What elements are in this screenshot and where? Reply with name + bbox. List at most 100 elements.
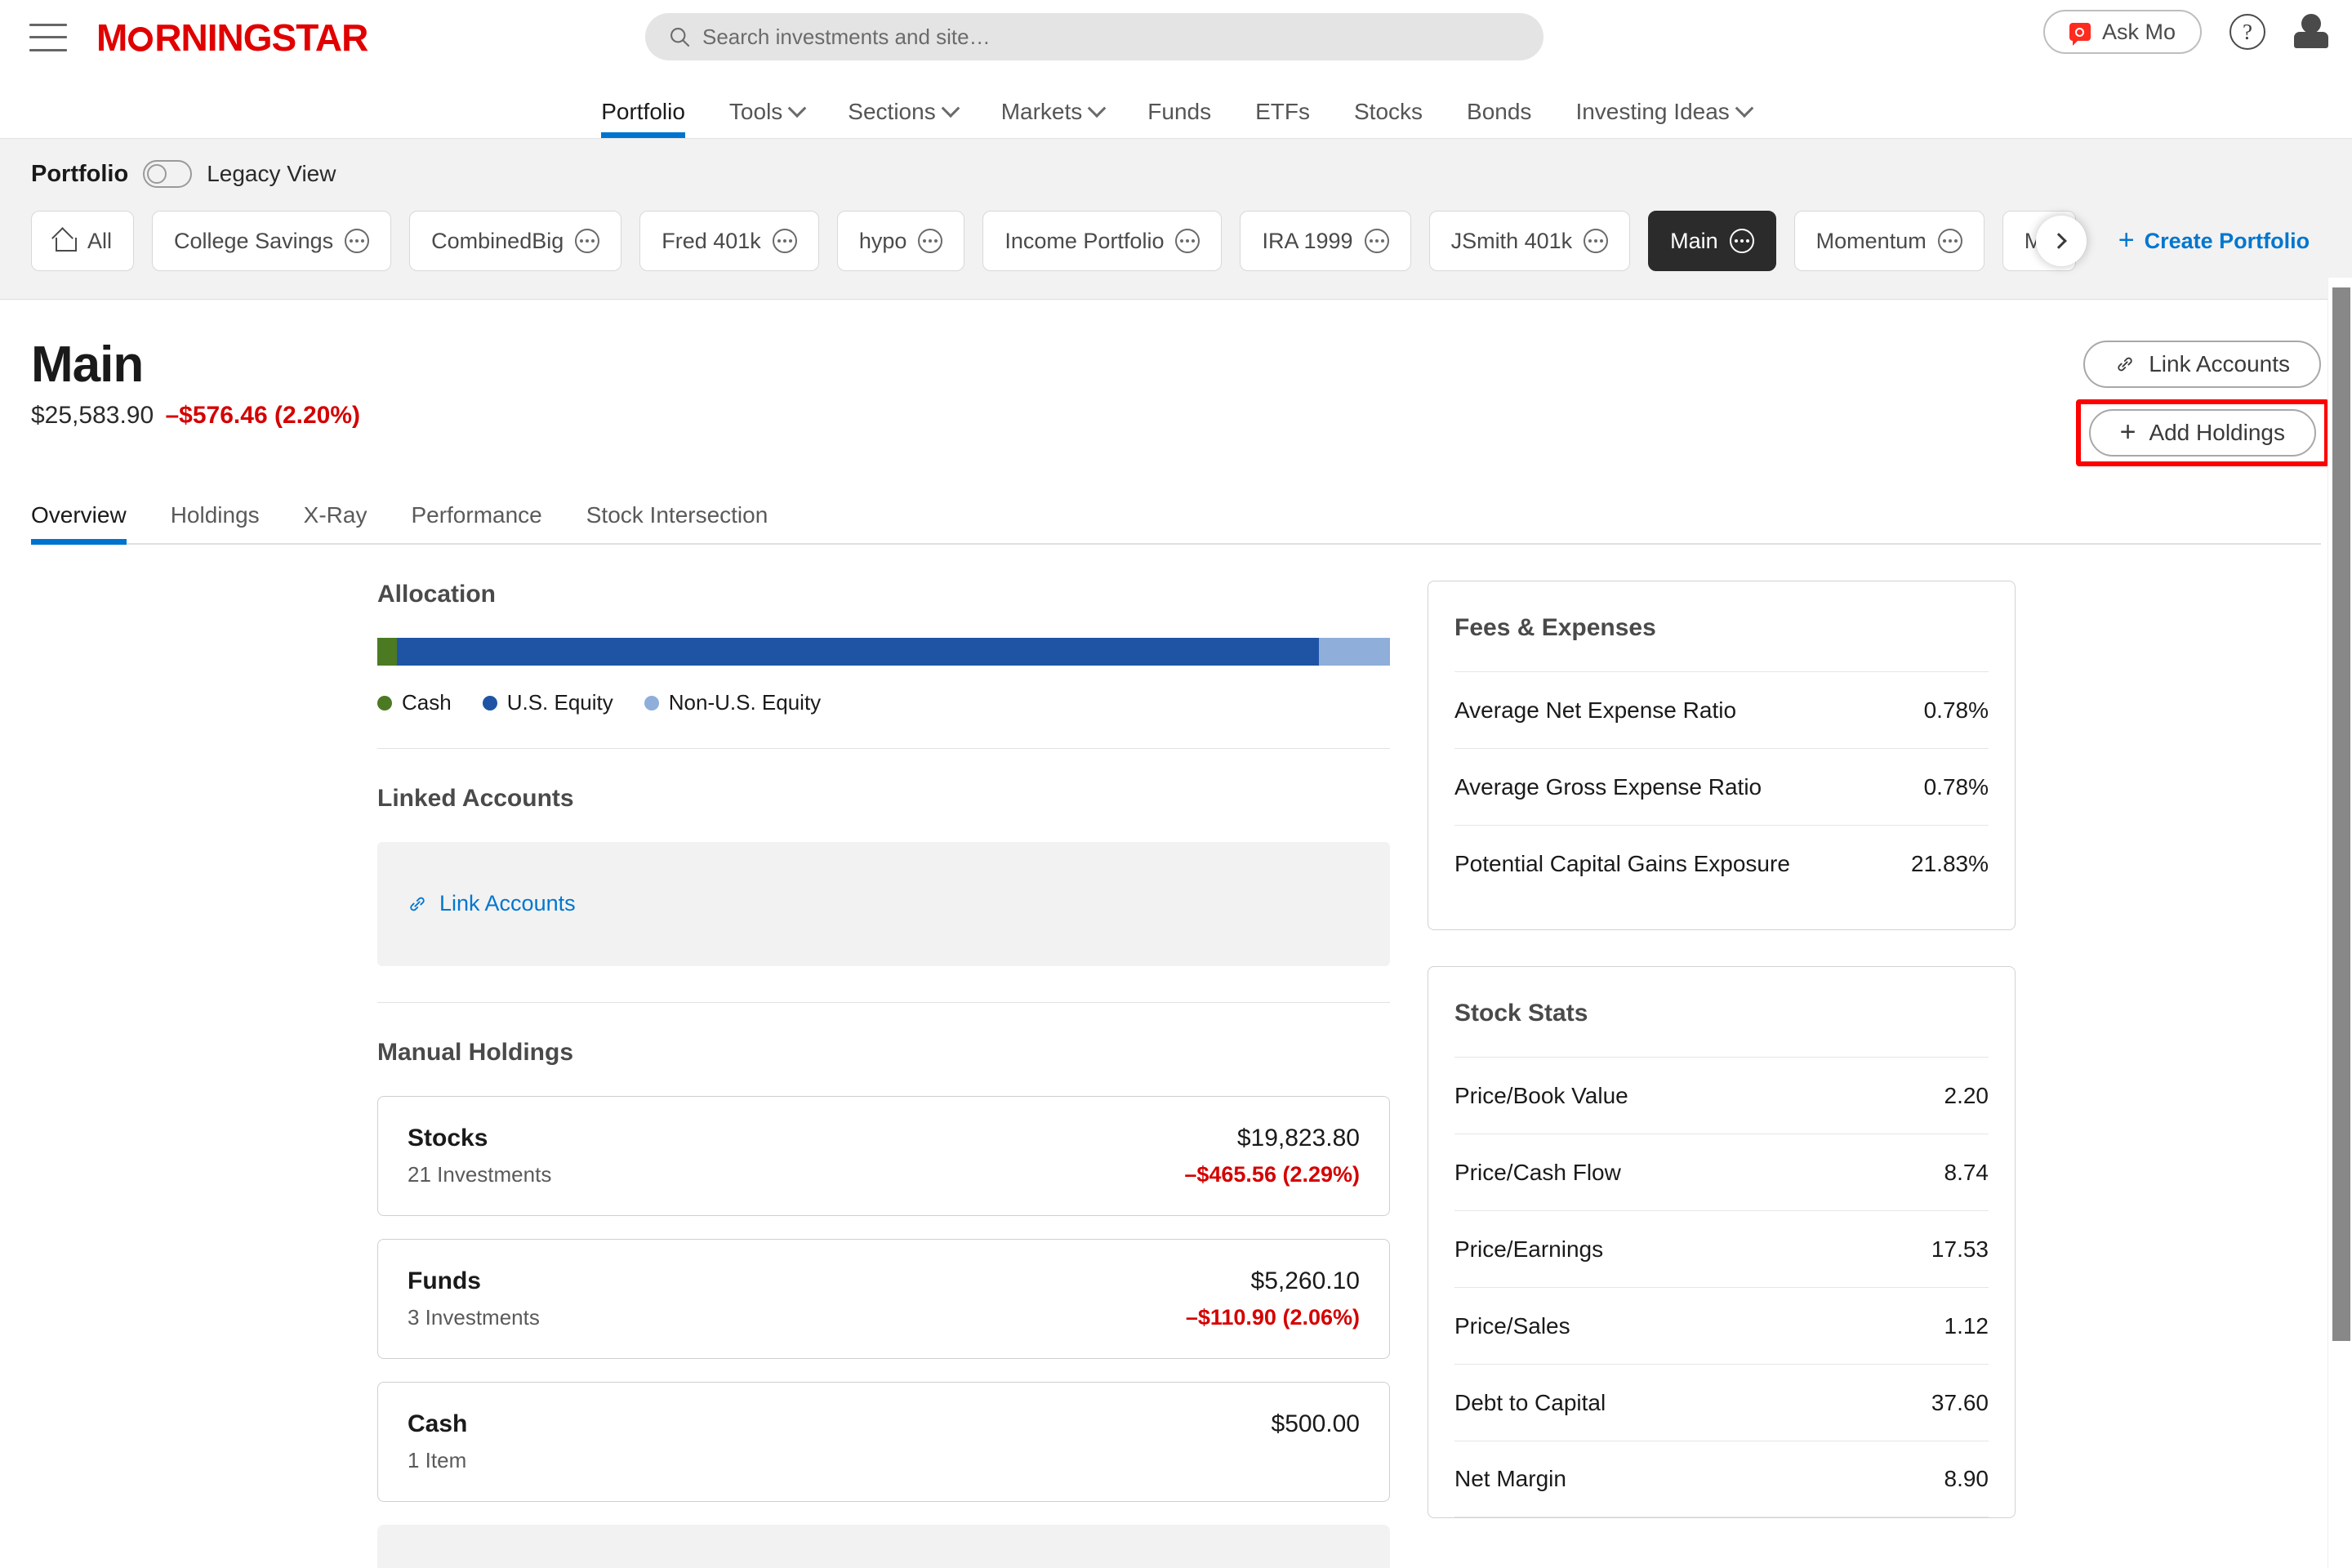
nav-label: Tools — [728, 99, 783, 124]
portfolio-pill-my[interactable]: My — [2002, 211, 2087, 271]
stat-row: Price/Earnings 17.53 — [1454, 1210, 1989, 1287]
chevron-down-icon — [1735, 99, 1754, 118]
more-options-icon[interactable] — [345, 229, 370, 253]
ask-mo-button[interactable]: Ask Mo — [2042, 10, 2202, 54]
more-options-icon[interactable] — [918, 229, 943, 253]
legend-label: Cash — [402, 690, 452, 715]
more-options-icon[interactable] — [1364, 229, 1389, 253]
stock-stats-panel: Stock Stats Price/Book Value 2.20 Price/… — [1428, 966, 2016, 1518]
portfolio-pill-hypo[interactable]: hypo — [836, 211, 965, 271]
nav-item-investing-ideas[interactable]: Investing Ideas — [1575, 99, 1754, 138]
pill-label: Fred 401k — [662, 228, 761, 253]
tab-performance[interactable]: Performance — [411, 502, 541, 543]
stat-row-value: 8.90 — [1944, 1466, 1989, 1491]
more-options-icon[interactable] — [772, 229, 797, 253]
add-holdings-highlight: + Add Holdings — [2075, 399, 2329, 466]
portfolio-pill-jsmith-401k[interactable]: JSmith 401k — [1428, 211, 1631, 271]
more-options-icon[interactable] — [1729, 229, 1754, 253]
page-content: Main $25,583.90 –$576.46 (2.20%) Link Ac… — [0, 300, 2352, 1568]
nav-label: Funds — [1147, 99, 1212, 124]
morningstar-logo[interactable]: M RNINGSTAR — [96, 16, 368, 60]
search-input[interactable] — [702, 24, 1521, 50]
hamburger-menu-icon[interactable] — [29, 23, 67, 51]
legend-label: U.S. Equity — [506, 690, 613, 715]
home-icon — [53, 230, 77, 252]
legend-item-cash: Cash — [377, 690, 452, 715]
nav-item-markets[interactable]: Markets — [1001, 99, 1107, 138]
more-options-icon[interactable] — [1937, 229, 1962, 253]
holding-subtitle: 3 Investments — [408, 1305, 540, 1330]
global-search[interactable] — [645, 13, 1544, 60]
portfolio-pill-college-savings[interactable]: College Savings — [152, 211, 392, 271]
allocation-stacked-bar — [377, 638, 1390, 666]
portfolio-pill-fred-401k[interactable]: Fred 401k — [639, 211, 819, 271]
vertical-scrollbar[interactable] — [2328, 278, 2352, 1568]
link-accounts-link[interactable]: Link Accounts — [407, 891, 576, 916]
link-accounts-button[interactable]: Link Accounts — [2083, 341, 2321, 388]
nav-item-stocks[interactable]: Stocks — [1354, 99, 1423, 138]
ask-mo-label: Ask Mo — [2101, 19, 2176, 44]
legacy-view-toggle[interactable] — [143, 160, 193, 188]
more-options-icon[interactable] — [1584, 229, 1609, 253]
add-holdings-button[interactable]: + Add Holdings — [2088, 409, 2316, 457]
stat-row: Debt to Capital 37.60 — [1454, 1364, 1989, 1441]
fees-expenses-title: Fees & Expenses — [1454, 614, 1656, 641]
scrollbar-thumb[interactable] — [2332, 287, 2350, 1341]
fees-row-label: Average Gross Expense Ratio — [1454, 773, 1762, 800]
stat-row: Price/Sales 1.12 — [1454, 1287, 1989, 1364]
help-icon[interactable]: ? — [2230, 14, 2265, 50]
holding-card-stocks[interactable]: Stocks 21 Investments $19,823.80 –$465.5… — [377, 1096, 1390, 1216]
portfolio-strip-label: Portfolio — [31, 160, 129, 187]
holding-card-right: $5,260.10 –$110.90 (2.06%) — [1186, 1267, 1360, 1330]
overview-columns: Allocation Cash U.S. Equity Non-U.S. Equ… — [31, 545, 2321, 1568]
user-avatar-icon[interactable] — [2293, 14, 2329, 50]
chat-bubble-icon — [2069, 23, 2091, 46]
portfolio-pill-all[interactable]: All — [31, 211, 135, 271]
pill-label: College Savings — [174, 228, 334, 253]
nav-item-portfolio[interactable]: Portfolio — [601, 99, 685, 138]
nav-item-sections[interactable]: Sections — [848, 99, 960, 138]
link-icon — [410, 897, 425, 911]
holding-delta: –$110.90 (2.06%) — [1185, 1305, 1360, 1330]
manual-holdings-section: Manual Holdings Stocks 21 Investments $1… — [377, 1039, 1390, 1568]
stat-row-label: Debt to Capital — [1454, 1389, 1606, 1415]
holding-amount: $19,823.80 — [1236, 1125, 1360, 1152]
holding-card-cash[interactable]: Cash 1 Item $500.00 — [377, 1382, 1390, 1502]
tab-holdings[interactable]: Holdings — [171, 502, 260, 543]
more-options-icon[interactable] — [575, 229, 600, 253]
portfolio-pill-ira-1999[interactable]: IRA 1999 — [1240, 211, 1411, 271]
create-portfolio-label: Create Portfolio — [2144, 228, 2310, 253]
stat-row-value: 37.60 — [1931, 1389, 1989, 1415]
manual-holdings-title: Manual Holdings — [377, 1039, 573, 1066]
holding-card-funds[interactable]: Funds 3 Investments $5,260.10 –$110.90 (… — [377, 1239, 1390, 1359]
portfolio-pill-income-portfolio[interactable]: Income Portfolio — [982, 211, 1223, 271]
link-icon — [2118, 357, 2132, 372]
holding-delta: –$465.56 (2.29%) — [1184, 1162, 1360, 1187]
portfolio-pill-list: All College Savings CombinedBig Fred 401… — [31, 211, 2321, 271]
create-portfolio-button[interactable]: + Create Portfolio — [2118, 226, 2310, 254]
scroll-right-icon[interactable] — [2035, 216, 2087, 266]
nav-label: ETFs — [1255, 99, 1310, 124]
tab-overview[interactable]: Overview — [31, 502, 127, 545]
nav-item-bonds[interactable]: Bonds — [1467, 99, 1531, 138]
pill-label: IRA 1999 — [1262, 228, 1353, 253]
portfolio-pill-combinedbig[interactable]: CombinedBig — [409, 211, 622, 271]
holding-card-right: $500.00 — [1272, 1410, 1360, 1448]
nav-item-etfs[interactable]: ETFs — [1255, 99, 1310, 138]
portfolio-pill-main[interactable]: Main — [1648, 211, 1776, 271]
portfolio-pill-momentum[interactable]: Momentum — [1793, 211, 1984, 271]
app-root: MRNINGSTAR Ask Mo ? Portfoli — [0, 0, 2352, 1568]
overview-left-column: Allocation Cash U.S. Equity Non-U.S. Equ… — [31, 581, 1390, 1568]
tab-x-ray[interactable]: X-Ray — [304, 502, 368, 543]
nav-item-funds[interactable]: Funds — [1147, 99, 1211, 138]
more-options-icon[interactable] — [1175, 229, 1200, 253]
nav-item-tools[interactable]: Tools — [728, 99, 807, 138]
allocation-title: Allocation — [377, 581, 497, 608]
main-navigation: Portfolio Tools Sections Markets Funds E… — [0, 75, 2352, 139]
stat-row-label: Price/Sales — [1454, 1312, 1570, 1339]
tab-stock-intersection[interactable]: Stock Intersection — [586, 502, 768, 543]
pill-label: CombinedBig — [431, 228, 564, 253]
allocation-segment-non-us-equity — [1318, 638, 1390, 666]
portfolio-change: –$576.46 (2.20%) — [165, 402, 361, 429]
holding-amount: $500.00 — [1271, 1410, 1360, 1437]
